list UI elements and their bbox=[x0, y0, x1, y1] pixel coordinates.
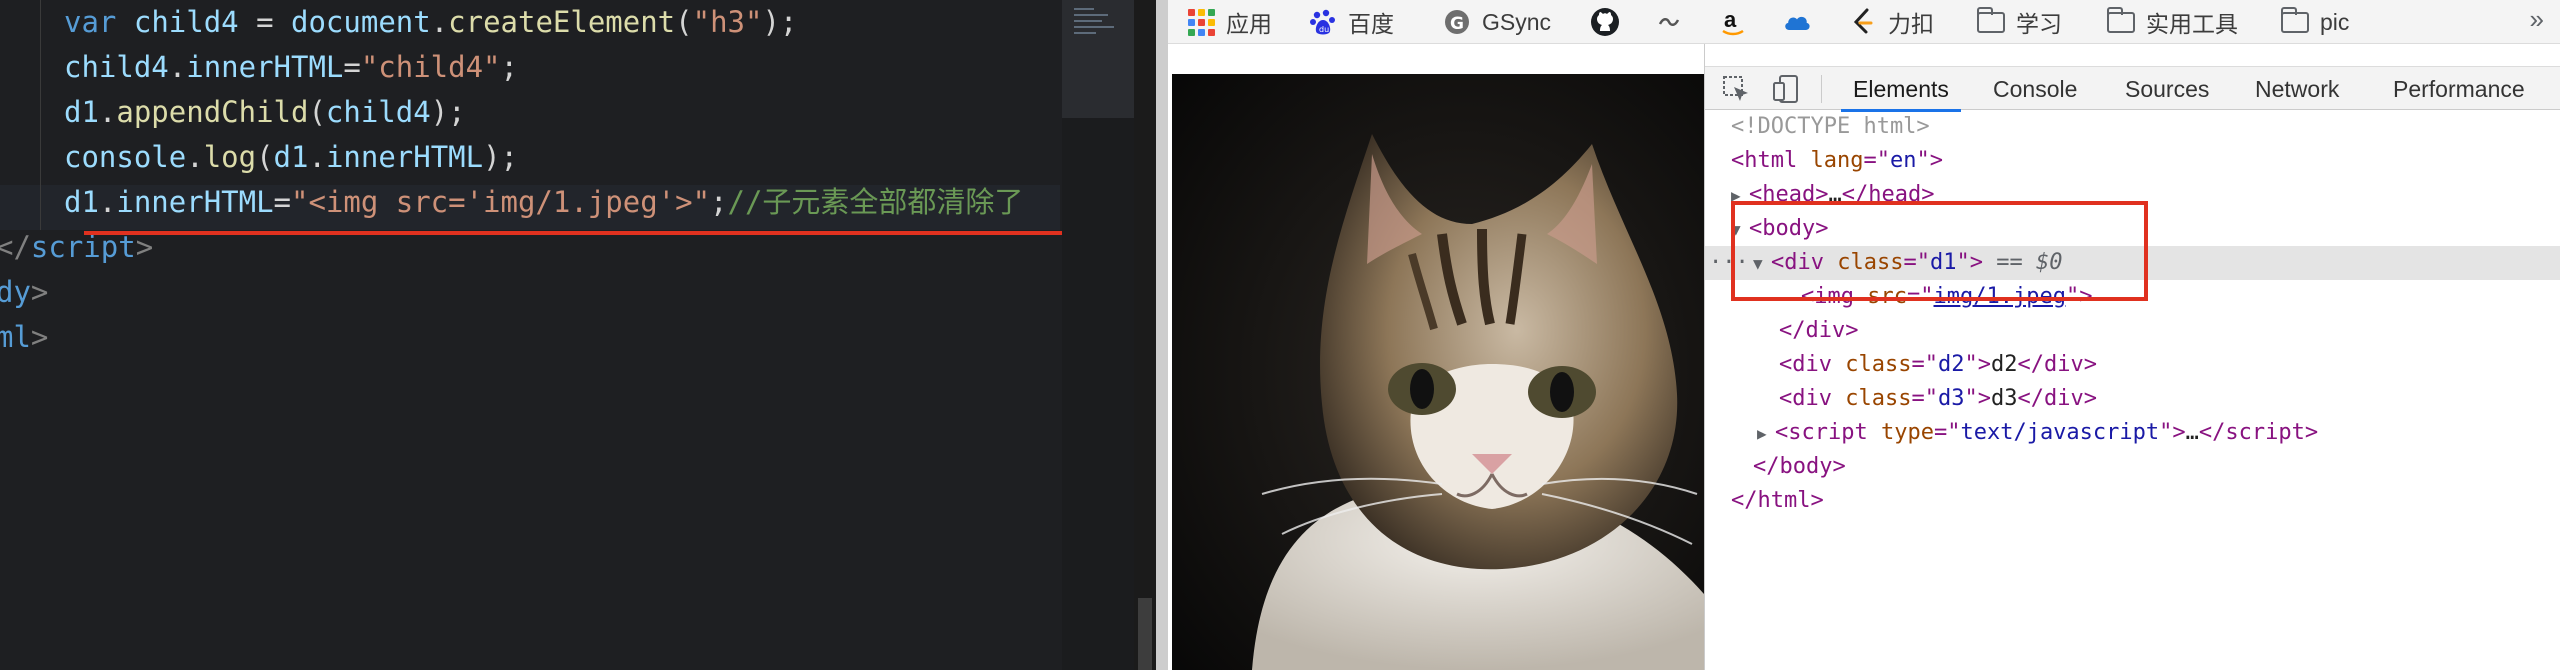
minimap[interactable] bbox=[1062, 0, 1134, 670]
apps-grid-icon bbox=[1186, 7, 1216, 37]
bookmark-cloud[interactable] bbox=[1782, 0, 1812, 44]
folder-icon bbox=[1976, 6, 2006, 37]
annotation-highlight-box bbox=[1731, 201, 2148, 301]
bookmark-folder-study[interactable]: 学习 bbox=[1976, 0, 2062, 44]
expand-triangle-icon[interactable]: ▶ bbox=[1757, 417, 1775, 451]
tab-elements[interactable]: Elements bbox=[1841, 67, 1961, 112]
svg-text:a: a bbox=[1724, 7, 1737, 32]
editor-scrollbar-thumb[interactable] bbox=[1138, 598, 1152, 670]
dom-node-div-d3[interactable]: <div class="d3">d3</div> bbox=[1705, 382, 2560, 416]
baidu-icon: du bbox=[1308, 7, 1338, 37]
amazon-icon: a bbox=[1718, 7, 1748, 37]
elements-dom-tree[interactable]: <!DOCTYPE html> <html lang="en"> ▶ <head>… bbox=[1705, 110, 2560, 670]
code-line[interactable]: child4.innerHTML="child4"; bbox=[64, 45, 518, 90]
browser-window: 应用 du 百度 G GSync a 力扣 学习 实用工具 pic » Elem… bbox=[1168, 0, 2560, 670]
tab-performance[interactable]: Performance bbox=[2393, 67, 2525, 111]
dom-node-doctype[interactable]: <!DOCTYPE html> bbox=[1705, 110, 2560, 144]
bookmark-leetcode[interactable]: 力扣 bbox=[1848, 0, 1934, 44]
leetcode-icon bbox=[1848, 7, 1878, 37]
svg-text:G: G bbox=[1450, 14, 1464, 34]
folder-icon bbox=[2280, 6, 2310, 37]
tab-console[interactable]: Console bbox=[1993, 67, 2077, 111]
bookmark-label: 实用工具 bbox=[2146, 11, 2238, 37]
dom-node-script[interactable]: ▶ <script type="text/javascript">…</scrip… bbox=[1705, 416, 2560, 450]
tab-sources[interactable]: Sources bbox=[2125, 67, 2209, 111]
inspect-element-icon[interactable] bbox=[1719, 72, 1753, 106]
bookmarks-bar: 应用 du 百度 G GSync a 力扣 学习 实用工具 pic » bbox=[1168, 0, 2560, 44]
indent-guide bbox=[40, 0, 41, 230]
code-line[interactable]: console.log(d1.innerHTML); bbox=[64, 135, 518, 180]
code-line[interactable]: var child4 = document.createElement("h3"… bbox=[64, 0, 797, 45]
bookmark-gsync[interactable]: G GSync bbox=[1442, 0, 1551, 44]
dom-node-body-close[interactable]: </body> bbox=[1705, 450, 2560, 484]
bookmark-label: 力扣 bbox=[1888, 11, 1934, 37]
dom-node-div-d2[interactable]: <div class="d2">d2</div> bbox=[1705, 348, 2560, 382]
github-icon bbox=[1590, 7, 1620, 37]
dom-node-html-close[interactable]: </html> bbox=[1705, 484, 2560, 518]
page-viewport[interactable] bbox=[1168, 44, 1704, 670]
code-line[interactable]: ml> bbox=[0, 315, 48, 360]
editor-scrollbar[interactable] bbox=[1134, 0, 1156, 670]
toolbar-separator bbox=[1821, 75, 1822, 103]
bookmark-amazon[interactable]: a bbox=[1718, 0, 1748, 44]
bookmark-github[interactable] bbox=[1590, 0, 1620, 44]
bookmark-folder-pic[interactable]: pic bbox=[2280, 0, 2349, 44]
bookmark-label: 学习 bbox=[2016, 11, 2062, 37]
minimap-slider[interactable] bbox=[1062, 0, 1134, 118]
gsync-icon: G bbox=[1442, 7, 1472, 37]
code-editor[interactable]: var child4 = document.createElement("h3"… bbox=[0, 0, 1062, 670]
window-divider bbox=[1156, 0, 1168, 670]
bookmark-squiggle[interactable] bbox=[1654, 0, 1684, 44]
bookmarks-overflow-button[interactable]: » bbox=[2530, 4, 2544, 35]
code-line[interactable]: d1.appendChild(child4); bbox=[64, 90, 466, 135]
tab-network[interactable]: Network bbox=[2255, 67, 2339, 111]
dom-node-html[interactable]: <html lang="en"> bbox=[1705, 144, 2560, 178]
bookmark-baidu[interactable]: du 百度 bbox=[1308, 0, 1394, 44]
code-line[interactable]: d1.innerHTML="<img src='img/1.jpeg'>";//… bbox=[64, 180, 1023, 225]
device-toolbar-icon[interactable] bbox=[1769, 72, 1803, 106]
bookmark-label: 应用 bbox=[1226, 11, 1272, 37]
cloud-icon bbox=[1782, 7, 1812, 37]
bookmark-label: pic bbox=[2320, 8, 2350, 35]
bookmark-apps[interactable]: 应用 bbox=[1186, 0, 1272, 44]
devtools-toolbar: Elements Console Sources Network Perform… bbox=[1705, 66, 2560, 112]
squiggle-icon bbox=[1654, 7, 1684, 37]
svg-text:du: du bbox=[1319, 25, 1329, 34]
cat-photo bbox=[1172, 74, 1704, 670]
bookmark-folder-tools[interactable]: 实用工具 bbox=[2106, 0, 2238, 44]
dom-node-div-close[interactable]: </div> bbox=[1705, 314, 2560, 348]
code-line[interactable]: dy> bbox=[0, 270, 48, 315]
bookmark-label: 百度 bbox=[1348, 11, 1394, 37]
annotation-underline bbox=[84, 231, 1062, 235]
bookmark-label: GSync bbox=[1482, 8, 1552, 35]
folder-icon bbox=[2106, 6, 2136, 37]
devtools-panel: Elements Console Sources Network Perform… bbox=[1704, 44, 2560, 670]
